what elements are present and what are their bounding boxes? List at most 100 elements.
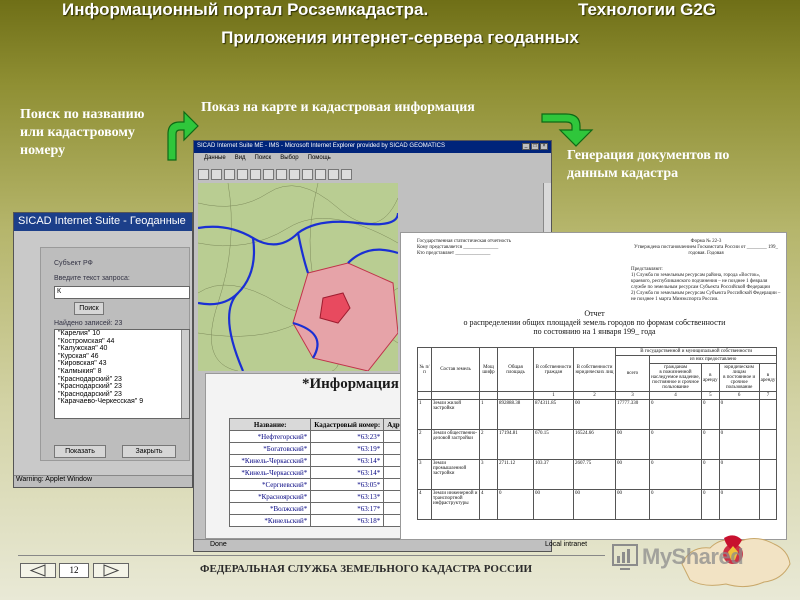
pan-tool-icon[interactable]	[211, 168, 222, 180]
column-number	[431, 391, 480, 400]
rh-c6: гражданам в пожизненной наследуемое влад…	[649, 363, 702, 392]
table-row: 4 Земли инженерной и транспортной инфраст…	[417, 489, 778, 520]
row-name: *Сергиевский*	[228, 478, 312, 491]
minimize-icon[interactable]: _	[522, 143, 530, 150]
table-row[interactable]: *Нефтегорский* *63:23*	[228, 430, 410, 443]
results-scrollbar[interactable]	[181, 330, 189, 418]
close-icon[interactable]: ×	[540, 143, 548, 150]
list-item[interactable]: "Курская" 46	[55, 353, 189, 361]
row-cadastral-number: *63:17*	[310, 502, 385, 515]
report-cell	[758, 399, 778, 430]
report-cell: 0	[718, 489, 760, 520]
rh-all: всего	[615, 355, 650, 392]
report-cell: 892888.38	[497, 399, 534, 430]
row-cadastral-number: *63:05*	[310, 478, 385, 491]
column-number: 4	[649, 391, 702, 400]
report-column-numbers: 1234567	[417, 391, 778, 400]
rh-c8: юридическим лицам в постоянное и срочное…	[718, 363, 760, 392]
report-title-block: Отчет о распределении общих площадей зем…	[401, 309, 786, 336]
maximize-icon[interactable]: □	[531, 143, 539, 150]
next-slide-button[interactable]	[93, 563, 129, 578]
report-cell: 2607.75	[573, 459, 616, 490]
measure-tool-icon[interactable]	[276, 168, 287, 180]
row-cadastral-number: *63:14*	[310, 454, 385, 467]
list-item[interactable]: "Краснодарский" 23	[55, 391, 189, 399]
prev-slide-button[interactable]	[20, 563, 56, 578]
portal-title: Информационный портал Росземкадастра.	[62, 0, 429, 19]
report-document: Государственная статистическая отчетност…	[400, 232, 787, 540]
table-row[interactable]: *Кинель-Черкасский* *63:14*	[228, 466, 410, 479]
agency-name: ФЕДЕРАЛЬНАЯ СЛУЖБА ЗЕМЕЛЬНОГО КАДАСТРА Р…	[200, 563, 533, 575]
list-item[interactable]: "Калужская" 40	[55, 345, 189, 353]
report-cell: 4	[417, 489, 432, 520]
column-number: 6	[718, 391, 760, 400]
report-cell: 2711.12	[497, 459, 534, 490]
show-button[interactable]: Показать	[54, 445, 106, 458]
report-cell: Земли инженерной и транспортной инфрастр…	[431, 489, 480, 520]
report-cell: 2	[417, 429, 432, 460]
report-table: № п/п Состав земель Мощ шифр Общая площа…	[417, 347, 778, 520]
list-item[interactable]: "Костромская" 44	[55, 338, 189, 346]
zoom-in-icon[interactable]	[237, 168, 248, 180]
refresh-icon[interactable]	[341, 168, 352, 180]
list-item[interactable]: "Калмыкия" 8	[55, 368, 189, 376]
rh-legal: В собственности юридических лиц	[573, 347, 616, 392]
caption-map: Показ на карте и кадастровая информация	[201, 100, 475, 115]
row-cadastral-number: *63:14*	[310, 466, 385, 479]
status-done: Done	[210, 541, 227, 548]
list-item[interactable]: "Краснодарский" 23	[55, 383, 189, 391]
column-number: 7	[758, 391, 778, 400]
browser-title: SICAD Internet Suite ME - IMS - Microsof…	[194, 141, 551, 153]
report-cell: 0	[701, 459, 720, 490]
row-name: *Красноярский*	[228, 490, 312, 503]
prev-arrow-icon	[29, 564, 46, 577]
rh-c9: в аренду	[758, 363, 778, 392]
watermark-chart-icon	[612, 544, 638, 570]
report-head-right-line: годовая. Годовая	[688, 251, 724, 256]
list-item[interactable]: "Кировская" 43	[55, 360, 189, 368]
menu-item[interactable]: Выбор	[280, 155, 298, 162]
rh-state: В государственной и муниципальной собств…	[614, 347, 778, 356]
layers-icon[interactable]	[302, 168, 313, 180]
report-title: Отчет	[584, 309, 605, 318]
next-arrow-icon	[103, 564, 120, 577]
menu-item[interactable]: Помощь	[308, 155, 331, 162]
menu-item[interactable]: Данные	[204, 155, 226, 162]
report-cell: 1	[479, 399, 498, 430]
table-row[interactable]: *Кинель-Черкасский* *63:14*	[228, 454, 410, 467]
table-row[interactable]: *Кинельский* *63:18*	[228, 514, 410, 527]
info-table: Название: Кадастровый номер: Адрес *Нефт…	[228, 418, 410, 527]
list-item[interactable]: "Карелия" 10	[55, 330, 189, 338]
results-list[interactable]: "Карелия" 10 "Костромская" 44 "Калужская" …	[54, 329, 190, 419]
subject-label: Субъект РФ	[54, 260, 93, 267]
column-number: 2	[573, 391, 616, 400]
search-button[interactable]: Поиск	[74, 302, 104, 315]
menu-item[interactable]: Поиск	[255, 155, 272, 162]
table-row[interactable]: *Волжский* *63:17*	[228, 502, 410, 515]
print-icon[interactable]	[289, 168, 300, 180]
zoom-out-icon[interactable]	[250, 168, 261, 180]
menu-item[interactable]: Вид	[235, 155, 246, 162]
legend-icon[interactable]	[315, 168, 326, 180]
info-tool-icon[interactable]	[224, 168, 235, 180]
search-icon[interactable]	[328, 168, 339, 180]
applet-title: SICAD Internet Suite - Геоданные	[14, 213, 192, 231]
rh-total: Общая площадь	[497, 347, 534, 392]
cadastral-map[interactable]	[198, 183, 398, 371]
row-name: *Нефтегорский*	[228, 430, 312, 443]
select-tool-icon[interactable]	[198, 168, 209, 180]
report-subtitle-1: о распределении общих площадей земель го…	[463, 318, 726, 327]
query-input[interactable]: К	[54, 286, 190, 299]
rh-permanent: в постоянное и срочное пользование	[723, 375, 756, 390]
column-number: 3	[615, 391, 650, 400]
close-button[interactable]: Закрыть	[122, 445, 176, 458]
report-cell: 0	[649, 429, 702, 460]
table-row[interactable]: *Сергиевский* *63:05*	[228, 478, 410, 491]
table-row[interactable]: *Красноярский* *63:13*	[228, 490, 410, 503]
zoom-full-icon[interactable]	[263, 168, 274, 180]
row-name: *Кинель-Черкасский*	[228, 466, 312, 479]
rh-lifetime: в пожизненной наследуемое владение, пост…	[651, 370, 700, 390]
found-count: 23	[114, 320, 123, 327]
list-item[interactable]: "Карачаево-Черкесская" 9	[55, 398, 189, 406]
table-row[interactable]: *Богатовский* *63:19*	[228, 442, 410, 455]
